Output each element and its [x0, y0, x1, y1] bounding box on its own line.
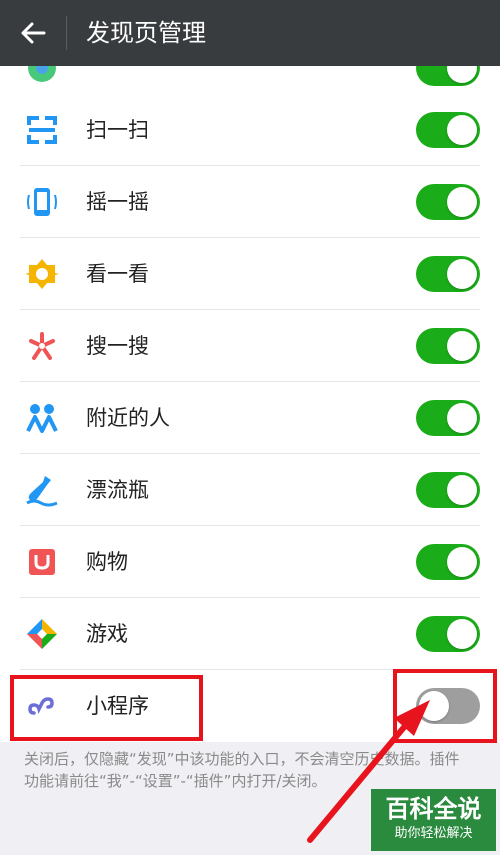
list-item-shake[interactable]: 摇一摇 — [0, 166, 500, 238]
watermark-main: 百科全说 — [385, 795, 482, 823]
list-item-top-stories[interactable]: 看一看 — [0, 238, 500, 310]
list-item-scan[interactable]: 扫一扫 — [0, 94, 500, 166]
list-item-people-nearby[interactable]: 附近的人 — [0, 382, 500, 454]
watermark-logo: 百科全说 助你轻松解决 — [371, 789, 496, 851]
item-label: 购物 — [86, 550, 128, 574]
games-icon — [27, 619, 57, 649]
people-nearby-icon — [26, 404, 58, 433]
toggle-switch[interactable] — [416, 184, 480, 220]
item-label: 看一看 — [86, 262, 149, 286]
watermark-sub: 助你轻松解决 — [394, 826, 473, 841]
toggle-switch[interactable] — [416, 112, 480, 148]
top-bar: 发现页管理 — [0, 0, 500, 66]
top-stories-icon — [25, 259, 59, 289]
item-label: 扫一扫 — [86, 118, 149, 142]
drift-bottle-icon — [26, 476, 58, 507]
item-label: 摇一摇 — [86, 190, 149, 214]
toggle-switch[interactable] — [416, 400, 480, 436]
list-item-search[interactable]: 搜一搜 — [0, 310, 500, 382]
search-icon — [29, 332, 55, 360]
arrow-left-icon[interactable] — [18, 18, 48, 48]
header-divider — [66, 16, 67, 50]
list-item-games[interactable]: 游戏 — [0, 598, 500, 670]
item-label: 游戏 — [86, 622, 128, 646]
highlight-box-label — [10, 675, 203, 741]
scan-icon — [27, 116, 57, 144]
page-title: 发现页管理 — [86, 19, 206, 47]
toggle-switch[interactable] — [416, 328, 480, 364]
list-item-shopping[interactable]: 购物 — [0, 526, 500, 598]
shopping-icon — [29, 549, 55, 575]
toggle-switch[interactable] — [416, 544, 480, 580]
item-label: 搜一搜 — [86, 334, 149, 358]
item-label: 附近的人 — [86, 406, 170, 430]
toggle-switch[interactable] — [416, 472, 480, 508]
list-item-drift-bottle[interactable]: 漂流瓶 — [0, 454, 500, 526]
item-label: 漂流瓶 — [86, 478, 149, 502]
shake-icon — [27, 188, 57, 216]
toggle-switch[interactable] — [416, 256, 480, 292]
toggle-switch[interactable] — [416, 616, 480, 652]
